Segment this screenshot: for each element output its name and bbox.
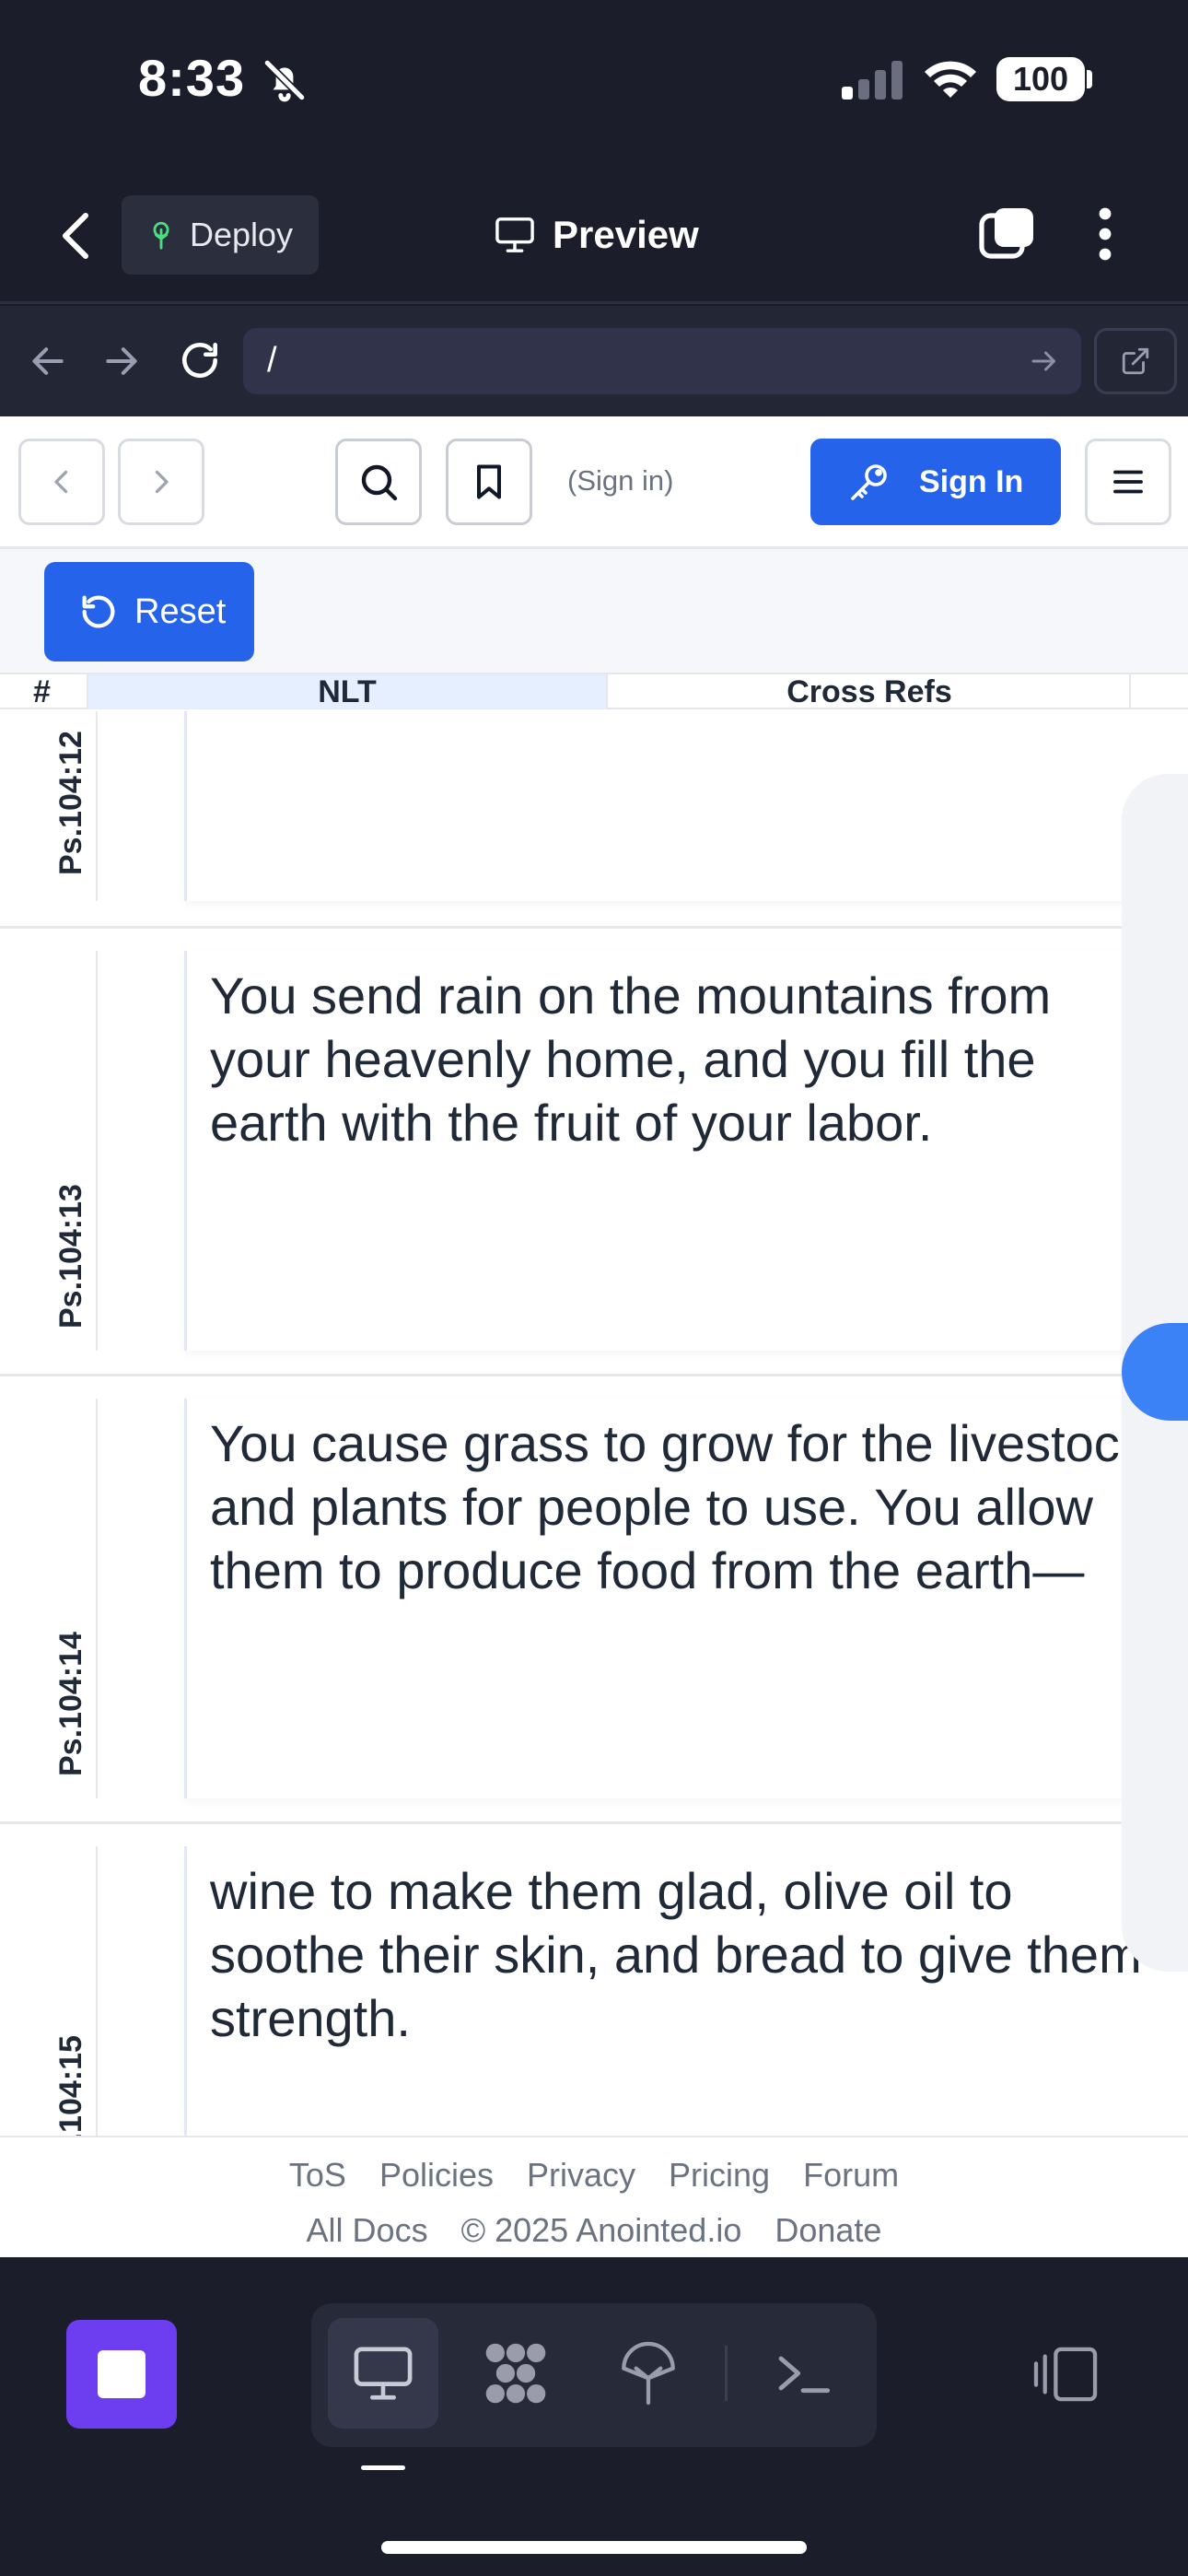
stop-icon xyxy=(98,2350,146,2398)
verse-cell[interactable] xyxy=(184,711,1188,901)
table-header: # NLT Cross Refs xyxy=(0,673,1188,709)
footer-links-secondary: All Docs © 2025 Anointed.io Donate xyxy=(0,2211,1188,2250)
open-external-button[interactable] xyxy=(1094,328,1177,394)
preview-title: Preview xyxy=(494,205,699,265)
bell-slash-icon xyxy=(263,59,306,102)
url-field[interactable] xyxy=(243,328,1081,394)
preview-label: Preview xyxy=(553,213,699,256)
footer-links-primary: ToS Policies Privacy Pricing Forum xyxy=(0,2156,1188,2195)
ref-divider xyxy=(96,951,98,1351)
verse-ref[interactable]: Ps.104:12 xyxy=(53,731,89,875)
bookmark-button[interactable] xyxy=(446,439,532,525)
layout-toggle-icon[interactable] xyxy=(1030,2344,1103,2405)
search-icon xyxy=(361,464,398,501)
reload-icon[interactable] xyxy=(177,337,223,383)
reset-button[interactable]: Reset xyxy=(44,562,254,662)
deploy-label: Deploy xyxy=(190,216,294,253)
next-chapter-button[interactable] xyxy=(118,439,204,525)
sign-in-label: Sign In xyxy=(919,463,1024,499)
chevron-left-icon xyxy=(54,470,68,494)
footer-link-pricing[interactable]: Pricing xyxy=(669,2156,770,2195)
footer-link-policies[interactable]: Policies xyxy=(379,2156,494,2195)
battery-level: 100 xyxy=(996,57,1085,101)
footer-copyright: © 2025 Anointed.io xyxy=(460,2211,742,2249)
deploy-tree-icon xyxy=(153,221,169,250)
table-row: You send rain on the mountains from your… xyxy=(0,929,1188,1376)
verse-ref[interactable]: Ps.104:14 xyxy=(53,1632,89,1776)
go-arrow-icon[interactable] xyxy=(1028,345,1061,378)
footer-link-all-docs[interactable]: All Docs xyxy=(307,2211,428,2250)
column-header-cross-refs[interactable]: Cross Refs xyxy=(610,674,1131,709)
stop-button[interactable] xyxy=(66,2320,177,2429)
apps-tab[interactable] xyxy=(460,2318,571,2429)
reset-label: Reset xyxy=(134,591,227,631)
battery-tip xyxy=(1087,70,1092,88)
table-row: Ps.104:12 xyxy=(0,711,1188,929)
footer: ToS Policies Privacy Pricing Forum All D… xyxy=(0,2136,1188,2257)
footer-link-forum[interactable]: Forum xyxy=(803,2156,899,2195)
bookmark-icon xyxy=(476,464,502,499)
menu-button[interactable] xyxy=(1085,439,1171,525)
search-button[interactable] xyxy=(335,439,422,525)
signal-icon xyxy=(842,61,903,100)
tabs-icon[interactable] xyxy=(978,205,1037,263)
site-nav: (Sign in) Sign In xyxy=(0,416,1188,549)
footer-link-tos[interactable]: ToS xyxy=(289,2156,346,2195)
terminal-tab[interactable] xyxy=(748,2318,858,2429)
verse-ref[interactable]: Ps.104:13 xyxy=(53,1184,89,1329)
verse-text: wine to make them glad, olive oil to soo… xyxy=(210,1862,1142,2047)
desktop-tab[interactable] xyxy=(328,2318,438,2429)
footer-link-privacy[interactable]: Privacy xyxy=(527,2156,635,2195)
footer-link-donate[interactable]: Donate xyxy=(775,2211,881,2250)
home-indicator[interactable] xyxy=(381,2541,807,2554)
prev-chapter-button[interactable] xyxy=(18,439,105,525)
column-header-nlt[interactable]: NLT xyxy=(87,674,608,709)
verse-text: You send rain on the mountains from your… xyxy=(210,966,1052,1152)
status-time: 8:33 xyxy=(138,49,246,107)
verse-text: You cause grass to grow for the livestoc… xyxy=(210,1414,1146,1599)
ref-divider xyxy=(96,711,98,901)
url-text[interactable]: / xyxy=(267,341,277,381)
dock-divider xyxy=(725,2346,728,2401)
more-vertical-icon[interactable] xyxy=(1087,205,1124,263)
arrow-right-icon[interactable] xyxy=(101,341,142,381)
table-row: You cause grass to grow for the livestoc… xyxy=(0,1376,1188,1824)
sign-in-button[interactable]: Sign In xyxy=(810,439,1061,525)
deploy-icon xyxy=(622,2341,675,2406)
ref-divider xyxy=(96,1399,98,1798)
apps-grid-icon xyxy=(485,2343,546,2404)
terminal-icon xyxy=(778,2356,831,2394)
menu-icon xyxy=(1113,470,1143,494)
chevron-right-icon xyxy=(155,470,169,494)
sign-in-hint: (Sign in) xyxy=(567,464,674,497)
deploy-button[interactable]: Deploy xyxy=(122,195,319,275)
back-icon[interactable] xyxy=(55,210,101,262)
desktop-icon xyxy=(354,2347,413,2400)
wifi-icon xyxy=(925,61,976,98)
column-header-number[interactable]: # xyxy=(0,674,87,709)
key-icon xyxy=(851,464,887,500)
arrow-left-icon[interactable] xyxy=(28,341,68,381)
web-page: (Sign in) Sign In Reset # NLT Cross Refs… xyxy=(0,416,1188,2257)
external-link-icon xyxy=(1122,347,1149,375)
active-tab-indicator xyxy=(361,2465,405,2470)
deploy-tab[interactable] xyxy=(593,2318,704,2429)
rotate-ccw-icon xyxy=(82,595,115,628)
monitor-icon xyxy=(495,217,534,252)
